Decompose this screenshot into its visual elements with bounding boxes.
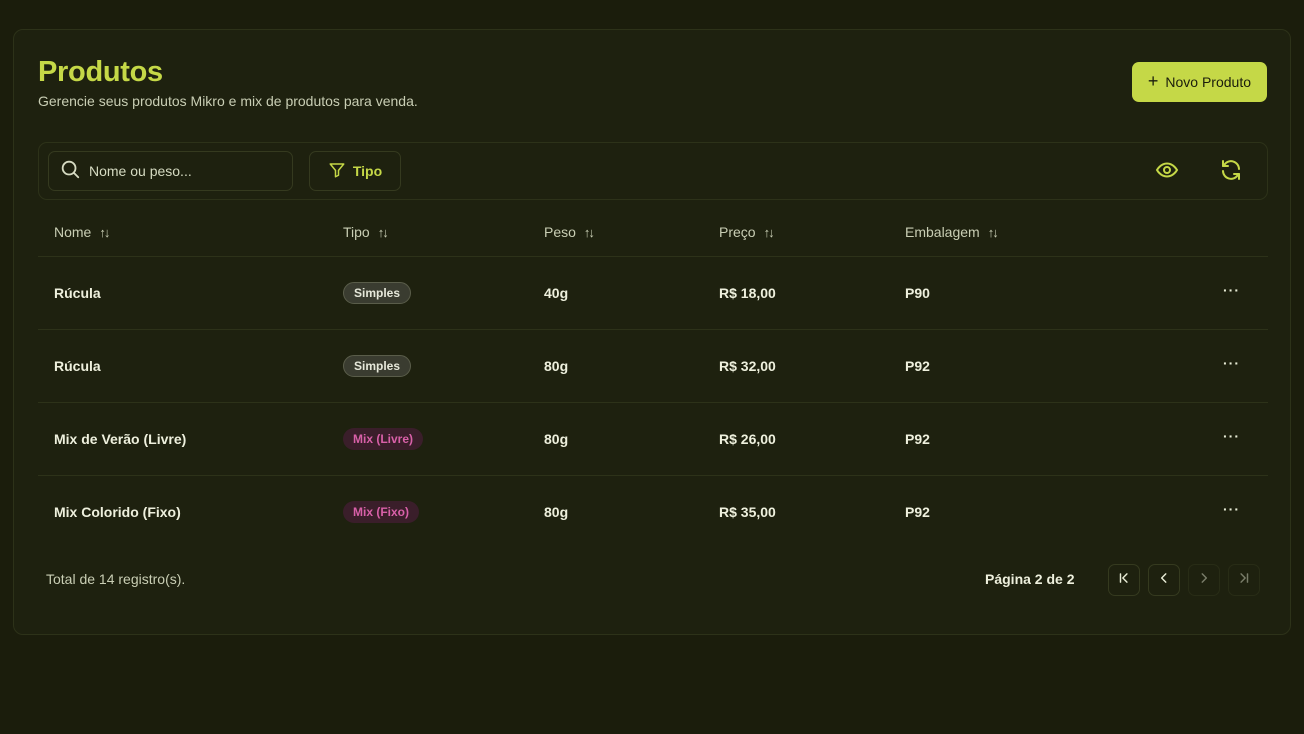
type-badge: Simples (343, 282, 412, 304)
column-header-preco[interactable]: Preço ↑↓ (719, 224, 775, 240)
cell-embalagem: P90 (905, 285, 930, 301)
new-product-button[interactable]: + Novo Produto (1131, 62, 1267, 102)
column-header-embalagem[interactable]: Embalagem ↑↓ (905, 224, 999, 240)
row-actions-icon[interactable]: ··· (1223, 282, 1240, 298)
cell-preco: R$ 35,00 (719, 504, 776, 520)
chevron-right-icon (1197, 571, 1211, 590)
column-header-tipo[interactable]: Tipo ↑↓ (343, 224, 389, 240)
cell-preco: R$ 26,00 (719, 431, 776, 447)
new-product-label: Novo Produto (1165, 74, 1251, 90)
first-page-button[interactable] (1108, 564, 1140, 596)
last-page-icon (1237, 571, 1251, 590)
page-info: Página 2 de 2 (985, 571, 1075, 587)
view-options-button[interactable] (1151, 156, 1183, 188)
table-row[interactable]: Rúcula Simples 80g R$ 32,00 P92 ··· (38, 330, 1268, 403)
type-badge: Mix (Livre) (343, 428, 424, 450)
sort-arrows-icon: ↑↓ (583, 224, 595, 240)
type-filter-button[interactable]: Tipo (309, 151, 401, 191)
column-label: Tipo (343, 224, 370, 240)
column-header-nome[interactable]: Nome ↑↓ (54, 224, 110, 240)
cell-peso: 80g (544, 431, 569, 447)
cell-preco: R$ 18,00 (719, 285, 776, 301)
total-records: Total de 14 registro(s). (46, 571, 186, 587)
cell-nome: Rúcula (54, 285, 101, 301)
cell-preco: R$ 32,00 (719, 358, 776, 374)
row-actions-icon[interactable]: ··· (1223, 355, 1240, 371)
sort-arrows-icon: ↑↓ (99, 224, 110, 240)
table-toolbar: Nome ou peso... Tipo (38, 142, 1268, 200)
first-page-icon (1117, 571, 1131, 590)
page-title: Produtos (38, 56, 163, 88)
table-row[interactable]: Mix Colorido (Fixo) Mix (Fixo) 80g R$ 35… (38, 476, 1268, 548)
cell-embalagem: P92 (905, 431, 930, 447)
sort-arrows-icon: ↑↓ (763, 224, 775, 240)
eye-icon (1155, 158, 1179, 187)
cell-peso: 80g (544, 504, 569, 520)
previous-page-button[interactable] (1148, 564, 1180, 596)
search-placeholder: Nome ou peso... (89, 163, 192, 179)
sort-arrows-icon: ↑↓ (987, 224, 999, 240)
column-label: Nome (54, 224, 92, 240)
last-page-button[interactable] (1228, 564, 1260, 596)
table-header: Nome ↑↓ Tipo ↑↓ Peso ↑↓ Preço ↑↓ Embalag… (38, 210, 1268, 257)
column-label: Embalagem (905, 224, 980, 240)
table-row[interactable]: Rúcula Simples 40g R$ 18,00 P90 ··· (38, 257, 1268, 330)
filter-icon (328, 161, 346, 182)
column-label: Preço (719, 224, 756, 240)
products-card: Produtos Gerencie seus produtos Mikro e … (13, 29, 1291, 635)
cell-peso: 80g (544, 358, 569, 374)
plus-icon: + (1147, 71, 1159, 91)
search-icon (59, 158, 81, 185)
cell-nome: Rúcula (54, 358, 101, 374)
next-page-button[interactable] (1188, 564, 1220, 596)
type-filter-label: Tipo (352, 163, 383, 179)
cell-nome: Mix Colorido (Fixo) (54, 504, 181, 520)
column-header-peso[interactable]: Peso ↑↓ (544, 224, 595, 240)
search-input[interactable]: Nome ou peso... (48, 151, 293, 191)
page-subtitle: Gerencie seus produtos Mikro e mix de pr… (38, 93, 418, 109)
type-badge: Simples (343, 355, 412, 377)
cell-embalagem: P92 (905, 504, 930, 520)
sort-arrows-icon: ↑↓ (377, 224, 389, 240)
row-actions-icon[interactable]: ··· (1223, 501, 1240, 517)
column-label: Peso (544, 224, 576, 240)
refresh-button[interactable] (1215, 156, 1247, 188)
type-badge: Mix (Fixo) (343, 501, 419, 523)
chevron-left-icon (1157, 571, 1171, 590)
cell-nome: Mix de Verão (Livre) (54, 431, 187, 447)
cell-peso: 40g (544, 285, 569, 301)
row-actions-icon[interactable]: ··· (1223, 428, 1240, 444)
refresh-icon (1219, 158, 1243, 187)
table-row[interactable]: Mix de Verão (Livre) Mix (Livre) 80g R$ … (38, 403, 1268, 476)
cell-embalagem: P92 (905, 358, 930, 374)
